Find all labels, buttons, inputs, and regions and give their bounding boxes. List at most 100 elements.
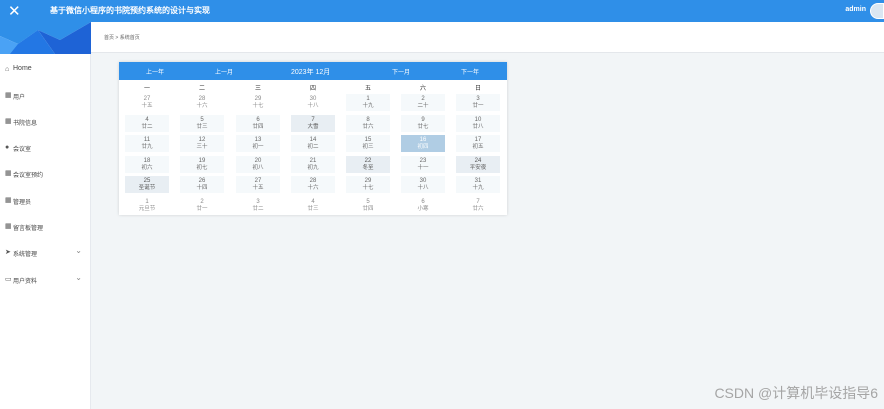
- sidebar-item-meeting-room[interactable]: ● 会议室: [0, 138, 91, 158]
- calendar-day[interactable]: 12 三十: [180, 135, 224, 152]
- lunar-label: 廿六: [362, 123, 374, 130]
- calendar-day[interactable]: 8 廿六: [346, 114, 390, 132]
- day-number: 5: [200, 116, 204, 123]
- calendar-day[interactable]: 2 二十: [401, 94, 445, 111]
- calendar-day[interactable]: 29 十七: [346, 176, 390, 193]
- weekday-header: 二: [198, 86, 205, 92]
- lunar-label: 十七: [252, 103, 264, 109]
- day-number: 7: [311, 116, 315, 123]
- user-name[interactable]: admin: [845, 6, 866, 13]
- day-number: 11: [143, 137, 151, 143]
- grid-icon: ▦: [5, 170, 12, 177]
- calendar-day[interactable]: 16 初四: [401, 135, 445, 152]
- calendar-day[interactable]: 15 初三: [346, 135, 390, 152]
- lunar-label: 初七: [196, 164, 208, 171]
- avatar[interactable]: [870, 3, 884, 19]
- calendar-day[interactable]: 14 初二: [291, 135, 335, 152]
- sidebar-item-system-management[interactable]: ➤ 系统管理 ⌄: [0, 243, 91, 263]
- day-number: 29: [364, 178, 372, 184]
- calendar-day[interactable]: 9 廿七: [401, 114, 445, 132]
- lunar-label: 廿一: [472, 103, 484, 109]
- calendar-day[interactable]: 3 廿一: [456, 94, 500, 111]
- calendar-title: 2023年 12月: [291, 69, 331, 76]
- lunar-label: 初二: [307, 144, 319, 150]
- calendar-day[interactable]: 2 廿一: [180, 197, 224, 214]
- calendar: 上一年 上一月 2023年 12月 下一月 下一年 一二三四五六日 27 十五 28 十…: [119, 62, 507, 215]
- calendar-day[interactable]: 28 十六: [291, 176, 335, 193]
- day-number: 25: [143, 178, 151, 184]
- calendar-day[interactable]: 22 冬至: [346, 155, 390, 173]
- calendar-day[interactable]: 29 十七: [236, 94, 280, 111]
- calendar-day[interactable]: 31 十九: [456, 176, 500, 193]
- next-month-button[interactable]: 下一月: [392, 67, 410, 76]
- sidebar-item-meeting-booking[interactable]: ▦ 会议室预约: [0, 164, 91, 184]
- lunar-label: 十五: [252, 185, 264, 191]
- lunar-label: 廿四: [252, 123, 264, 130]
- lunar-label: 十九: [472, 185, 484, 191]
- close-icon[interactable]: ✕: [8, 2, 21, 20]
- sidebar-item-label: 会议室: [13, 147, 32, 153]
- calendar-day[interactable]: 11 廿九: [125, 135, 169, 152]
- prev-year-button[interactable]: 上一年: [146, 67, 164, 76]
- calendar-day[interactable]: 1 元旦节: [125, 197, 169, 214]
- lunar-label: 初四: [417, 144, 429, 150]
- calendar-header: 上一年 上一月 2023年 12月 下一月 下一年: [119, 62, 507, 80]
- lunar-label: 初三: [362, 144, 374, 150]
- day-number: 4: [311, 198, 315, 205]
- day-number: 22: [364, 157, 372, 164]
- lunar-label: 十七: [362, 185, 374, 191]
- breadcrumb-home[interactable]: 首页: [104, 35, 114, 41]
- watermark: CSDN @计算机毕设指导6: [714, 385, 878, 401]
- calendar-day[interactable]: 7 廿六: [456, 197, 500, 214]
- sidebar-item-label: Home: [13, 65, 32, 72]
- lunar-label: 初六: [141, 164, 153, 171]
- sidebar-item-admins[interactable]: ▦ 管理员: [0, 191, 91, 211]
- lunar-label: 圣诞节: [138, 185, 156, 191]
- calendar-day[interactable]: 27 十五: [125, 94, 169, 111]
- calendar-day[interactable]: 23 十一: [401, 155, 445, 173]
- day-number: 2: [200, 198, 204, 205]
- calendar-day[interactable]: 6 小寒: [401, 197, 445, 214]
- next-year-button[interactable]: 下一年: [461, 67, 479, 76]
- calendar-day[interactable]: 20 初八: [236, 155, 280, 173]
- calendar-day[interactable]: 5 廿四: [346, 197, 390, 214]
- calendar-day[interactable]: 5 廿三: [180, 114, 224, 132]
- sidebar-item-academy-info[interactable]: ▦ 书院信息: [0, 112, 91, 132]
- sidebar-item-label: 用户: [13, 95, 26, 101]
- calendar-day[interactable]: 21 初九: [291, 155, 335, 173]
- calendar-day[interactable]: 17 初五: [456, 135, 500, 152]
- sidebar-item-users[interactable]: ▦ 用户: [0, 86, 91, 106]
- sidebar-item-message-board[interactable]: ▦ 留言板管理: [0, 217, 91, 237]
- day-number: 8: [366, 116, 370, 123]
- calendar-day[interactable]: 25 圣诞节: [125, 176, 169, 193]
- calendar-day[interactable]: 13 初一: [236, 135, 280, 152]
- day-number: 15: [364, 137, 372, 143]
- calendar-day[interactable]: 30 十八: [291, 94, 335, 111]
- grid-icon: ▦: [5, 92, 12, 99]
- sidebar-item-home[interactable]: ⌂ Home: [0, 60, 91, 80]
- calendar-day[interactable]: 1 十九: [346, 94, 390, 111]
- calendar-day[interactable]: 3 廿二: [236, 197, 280, 214]
- calendar-day[interactable]: 10 廿八: [456, 114, 500, 132]
- sidebar-item-label: 书院信息: [13, 121, 38, 127]
- lunar-label: 廿二: [141, 123, 153, 130]
- calendar-day[interactable]: 7 大雪: [291, 114, 335, 132]
- calendar-day[interactable]: 18 初六: [125, 155, 169, 173]
- lunar-label: 十九: [362, 103, 374, 109]
- day-number: 1: [366, 96, 370, 102]
- sidebar-item-user-profile[interactable]: ▭ 用户资料 ⌄: [0, 270, 91, 290]
- sidebar-item-label: 系统管理: [13, 252, 38, 258]
- calendar-day[interactable]: 28 十六: [180, 94, 224, 111]
- day-number: 17: [474, 137, 482, 143]
- calendar-day[interactable]: 26 十四: [180, 176, 224, 193]
- calendar-day[interactable]: 27 十五: [236, 176, 280, 193]
- calendar-day[interactable]: 6 廿四: [236, 114, 280, 132]
- lunar-label: 廿七: [417, 123, 429, 130]
- calendar-day[interactable]: 24 平安夜: [456, 155, 500, 173]
- app-title: 基于微信小程序的书院预约系统的设计与实现: [50, 6, 210, 15]
- calendar-day[interactable]: 4 廿二: [125, 114, 169, 132]
- calendar-day[interactable]: 4 廿三: [291, 197, 335, 214]
- calendar-day[interactable]: 19 初七: [180, 155, 224, 173]
- prev-month-button[interactable]: 上一月: [215, 67, 233, 76]
- calendar-day[interactable]: 30 十八: [401, 176, 445, 193]
